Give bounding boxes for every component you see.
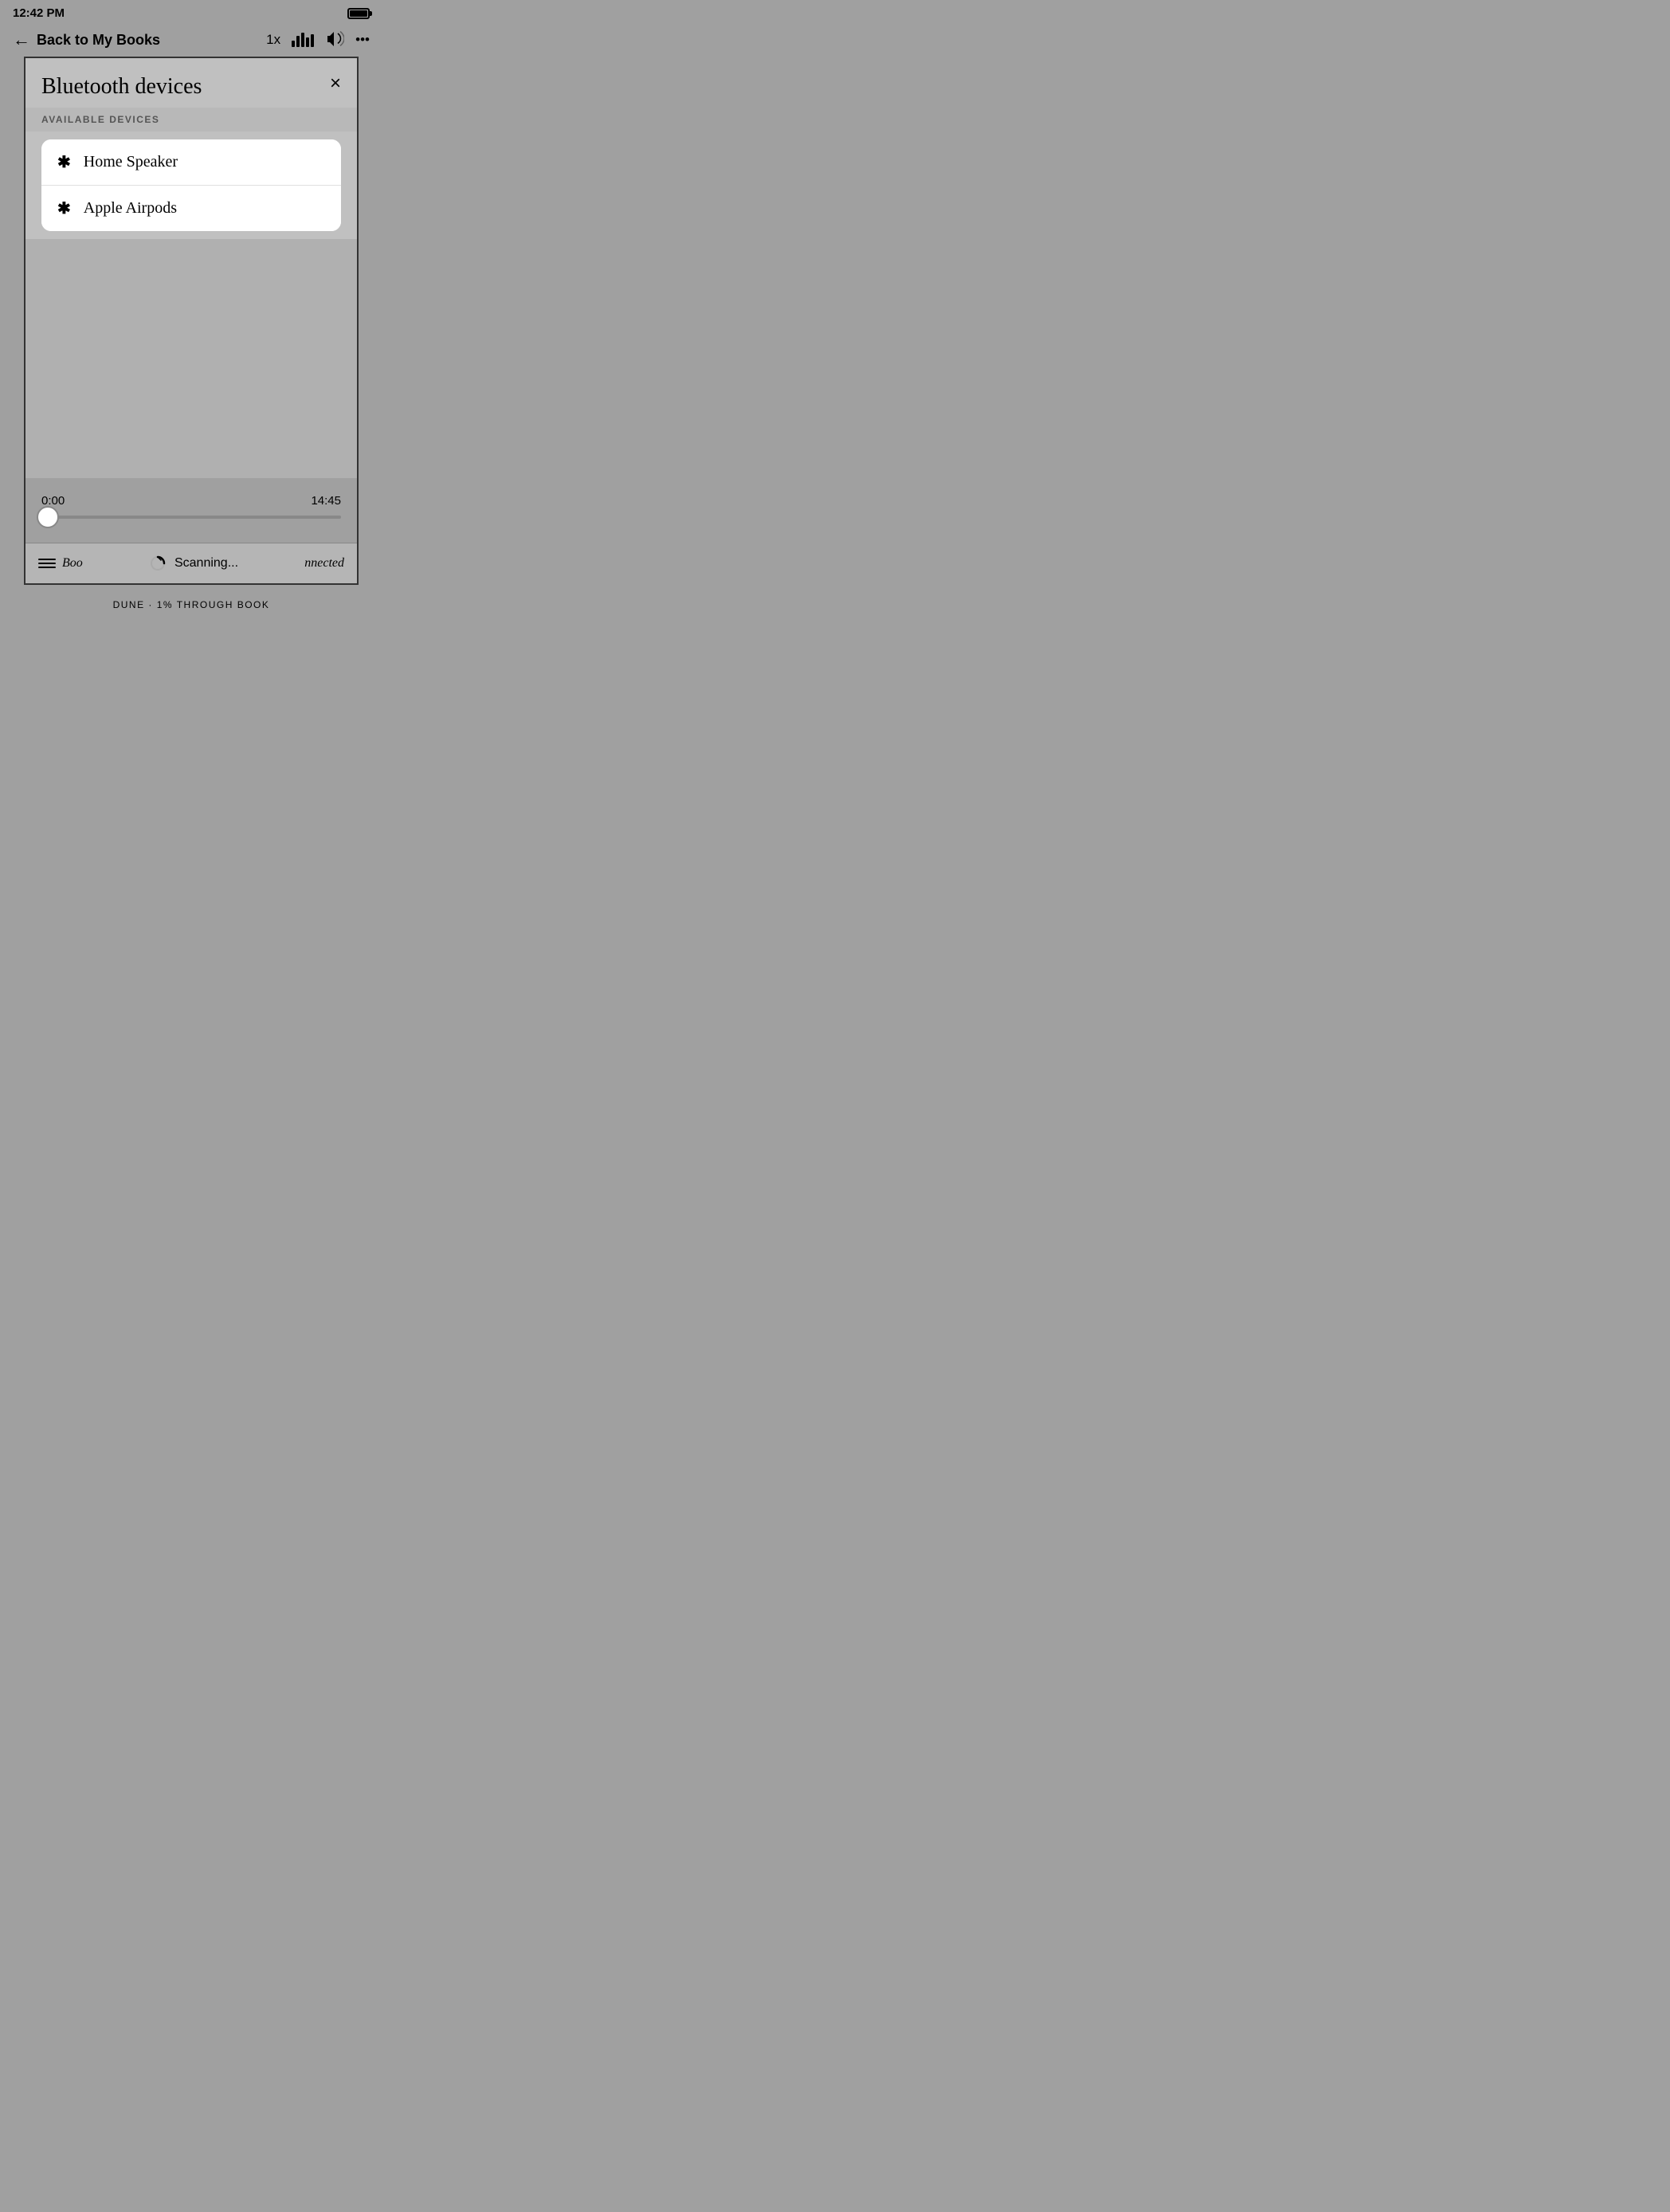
modal-header: Bluetooth devices × <box>25 58 357 108</box>
hamburger-icon <box>38 559 56 568</box>
scanning-spinner <box>149 555 167 572</box>
device-item-apple-airpods[interactable]: ✱ Apple Airpods <box>41 186 341 231</box>
progress-bar[interactable] <box>41 516 341 519</box>
back-arrow-icon: ← <box>13 29 30 50</box>
device-name-1: Apple Airpods <box>84 199 177 218</box>
footer-text: DUNE · 1% THROUGH BOOK <box>113 599 270 610</box>
bookmarks-button[interactable]: Boo <box>25 545 96 582</box>
time-end: 14:45 <box>311 494 341 508</box>
status-time: 12:42 PM <box>13 6 65 20</box>
chapters-icon[interactable] <box>292 33 314 47</box>
speed-button[interactable]: 1x <box>266 32 280 48</box>
bluetooth-icon-0: ✱ <box>57 152 71 172</box>
progress-thumb[interactable] <box>37 506 59 528</box>
device-item-home-speaker[interactable]: ✱ Home Speaker <box>41 139 341 186</box>
close-button[interactable]: × <box>330 74 341 93</box>
connected-text: nnected <box>292 545 357 582</box>
time-row: 0:00 14:45 <box>41 494 341 508</box>
nav-bar: ← Back to My Books 1x ••• <box>0 23 382 57</box>
progress-area: 0:00 14:45 <box>25 478 357 543</box>
scanning-text: Scanning... <box>174 556 238 571</box>
modal-title: Bluetooth devices <box>41 74 202 100</box>
bottom-toolbar: Boo Scanning... nnected <box>25 543 357 583</box>
battery-icon <box>347 8 370 19</box>
more-button[interactable]: ••• <box>355 32 370 48</box>
bookmarks-label: Boo <box>62 556 83 571</box>
volume-icon <box>325 30 344 46</box>
device-name-0: Home Speaker <box>84 153 178 171</box>
footer: DUNE · 1% THROUGH BOOK <box>0 585 382 625</box>
back-button[interactable]: ← Back to My Books <box>13 29 266 50</box>
status-bar: 12:42 PM <box>0 0 382 23</box>
bluetooth-modal: Bluetooth devices × AVAILABLE DEVICES ✱ … <box>24 57 359 585</box>
available-devices-label: AVAILABLE DEVICES <box>25 108 357 131</box>
spinner-svg <box>149 555 167 572</box>
modal-body <box>25 239 357 478</box>
volume-button[interactable] <box>325 30 344 50</box>
back-label: Back to My Books <box>37 32 160 49</box>
scanning-area: Scanning... <box>96 543 292 583</box>
nav-controls: 1x ••• <box>266 30 370 50</box>
bluetooth-icon-1: ✱ <box>57 198 71 218</box>
devices-list: ✱ Home Speaker ✱ Apple Airpods <box>41 139 341 231</box>
